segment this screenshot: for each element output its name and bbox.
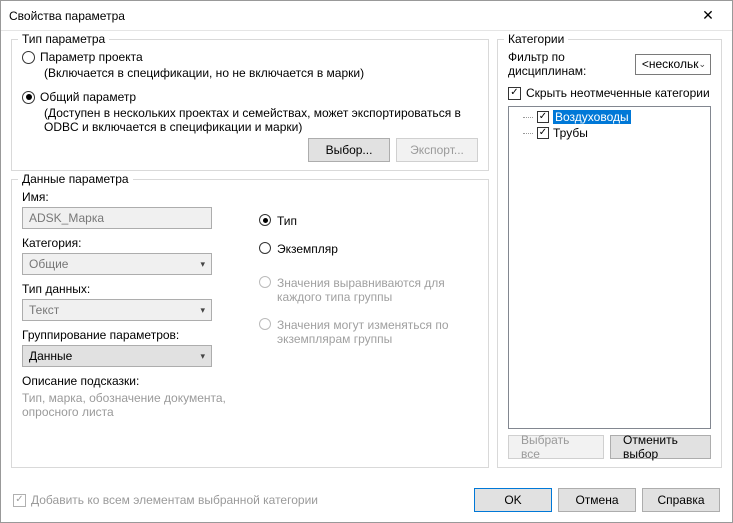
radio-icon [259,214,271,226]
radio-icon [259,276,271,288]
close-icon: ✕ [702,7,714,24]
grouping-label: Группирование параметров: [22,328,241,342]
checkbox-icon [13,494,26,507]
deselect-all-button[interactable]: Отменить выбор [610,435,711,459]
window-title: Свойства параметра [9,9,125,23]
param-data-legend: Данные параметра [18,172,133,186]
left-column: Тип параметра Параметр проекта (Включает… [11,39,489,476]
cancel-button[interactable]: Отмена [558,488,636,512]
add-all-label: Добавить ко всем элементам выбранной кат… [31,493,318,507]
category-select: Общие ▾ [22,253,212,275]
checkbox-icon[interactable] [537,127,549,139]
project-param-hint: (Включается в спецификации, но не включа… [44,66,478,80]
datatype-value: Текст [29,303,59,317]
param-data-left: Имя: ADSK_Марка Категория: Общие ▾ [22,190,241,426]
categories-legend: Категории [504,32,568,46]
filter-select[interactable]: <нескольк ⌄ [635,54,711,75]
radio-icon [22,51,35,64]
hide-unchecked-label: Скрыть неотмеченные категории [526,86,710,100]
name-input: ADSK_Марка [22,207,212,229]
param-type-legend: Тип параметра [18,32,109,46]
add-all-checkbox: Добавить ко всем элементам выбранной кат… [13,493,318,507]
category-tree[interactable]: Воздуховоды Трубы [508,106,711,429]
export-button: Экспорт... [396,138,478,162]
tooltip-label: Описание подсказки: [22,374,241,388]
type-radio-label: Тип [277,214,297,228]
right-column: Категории Фильтр по дисциплинам: <нескол… [497,39,722,476]
checkbox-icon[interactable] [537,111,549,123]
vary-group-radio: Значения могут изменяться по экземплярам… [259,318,478,346]
footer: Добавить ко всем элементам выбранной кат… [1,482,732,522]
hide-unchecked-checkbox[interactable]: Скрыть неотмеченные категории [508,86,711,100]
close-button[interactable]: ✕ [686,2,730,30]
type-radio[interactable]: Тип [259,214,478,228]
tree-connector-icon [523,133,533,134]
select-all-button: Выбрать все [508,435,604,459]
shared-param-hint: (Доступен в нескольких проектах и семейс… [44,106,478,134]
grouping-value: Данные [29,349,72,363]
chevron-down-icon: ▾ [200,259,205,270]
radio-icon [259,318,271,330]
content-area: Тип параметра Параметр проекта (Включает… [1,31,732,482]
dialog-window: Свойства параметра ✕ Тип параметра Парам… [0,0,733,523]
radio-icon [259,242,271,254]
name-label: Имя: [22,190,241,204]
checkbox-icon [508,87,521,100]
shared-param-label: Общий параметр [40,90,136,104]
tree-item[interactable]: Трубы [511,125,708,141]
datatype-label: Тип данных: [22,282,241,296]
project-param-label: Параметр проекта [40,50,143,64]
filter-row: Фильтр по дисциплинам: <нескольк ⌄ [508,50,711,78]
category-buttons: Выбрать все Отменить выбор [508,435,711,459]
titlebar: Свойства параметра ✕ [1,1,732,31]
tree-item-label: Воздуховоды [553,110,631,124]
chevron-down-icon: ▾ [200,305,205,316]
help-button[interactable]: Справка [642,488,720,512]
shared-param-radio[interactable]: Общий параметр [22,90,478,104]
filter-label: Фильтр по дисциплинам: [508,50,631,78]
tree-connector-icon [523,117,533,118]
chevron-down-icon: ⌄ [698,59,706,70]
ok-button[interactable]: OK [474,488,552,512]
align-group-radio: Значения выравниваются для каждого типа … [259,276,478,304]
param-data-group: Данные параметра Имя: ADSK_Марка Категор… [11,179,489,468]
param-type-group: Тип параметра Параметр проекта (Включает… [11,39,489,171]
footer-buttons: OK Отмена Справка [474,488,720,512]
category-label: Категория: [22,236,241,250]
param-data-cols: Имя: ADSK_Марка Категория: Общие ▾ [22,190,478,426]
param-data-right: Тип Экземпляр Значения выравниваются для… [259,190,478,426]
datatype-select: Текст ▾ [22,299,212,321]
instance-radio[interactable]: Экземпляр [259,242,478,256]
category-value: Общие [29,257,68,271]
tooltip-hint: Тип, марка, обозначение документа, опрос… [22,391,241,419]
instance-radio-label: Экземпляр [277,242,338,256]
tree-item-label: Трубы [553,126,588,140]
project-param-radio[interactable]: Параметр проекта [22,50,478,64]
filter-value: <нескольк [642,57,699,71]
param-type-buttons: Выбор... Экспорт... [22,138,478,162]
vary-group-label: Значения могут изменяться по экземплярам… [277,318,478,346]
name-value: ADSK_Марка [29,211,104,225]
grouping-select[interactable]: Данные ▾ [22,345,212,367]
categories-group: Категории Фильтр по дисциплинам: <нескол… [497,39,722,468]
choose-button[interactable]: Выбор... [308,138,390,162]
tree-item[interactable]: Воздуховоды [511,109,708,125]
radio-icon [22,91,35,104]
align-group-label: Значения выравниваются для каждого типа … [277,276,478,304]
chevron-down-icon: ▾ [200,351,205,362]
